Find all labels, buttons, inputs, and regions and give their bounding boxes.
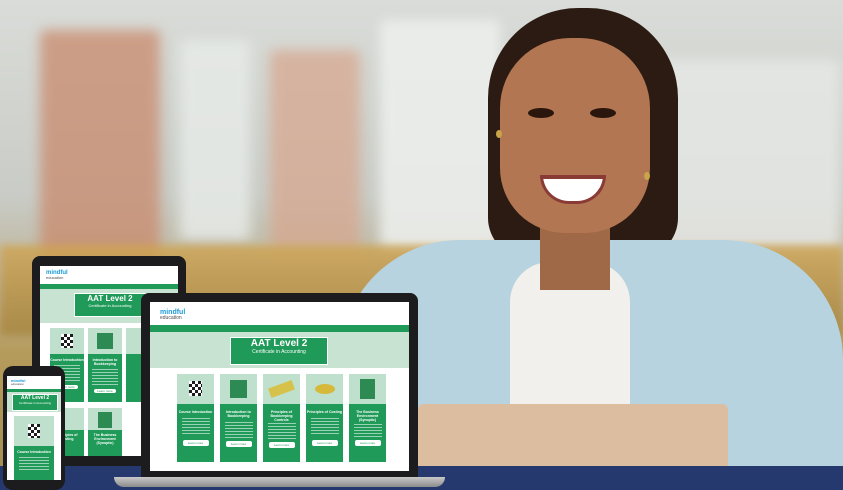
phone-mockup: mindful education AAT Level 2 Certificate…: [3, 366, 65, 490]
module-card[interactable]: Introduction to Bookkeeping Learn more: [88, 328, 122, 402]
module-card[interactable]: Principles of Costing Learn more: [306, 374, 343, 462]
cube-icon: [88, 328, 122, 354]
module-card[interactable]: The Business Environment (Synoptic): [88, 408, 122, 456]
checkered-flag-icon: [50, 328, 84, 354]
module-cards: Course Introduction Learn more Introduct…: [177, 374, 386, 462]
cube-icon: [220, 374, 257, 404]
earring-icon: [644, 172, 650, 180]
learn-more-button[interactable]: Learn more: [225, 441, 252, 447]
module-card[interactable]: Course Introduction: [14, 416, 54, 480]
background-blur: [270, 50, 360, 250]
laptop-mockup: mindful education AAT Level 2 Certificate…: [141, 293, 418, 477]
hero-photo: mindful education AAT Level 2 Certificate…: [0, 0, 843, 490]
background-blur: [180, 40, 250, 240]
course-title-box: AAT Level 2 Certificate in Accounting: [74, 293, 146, 317]
buildings-icon: [349, 374, 386, 404]
person-eye: [528, 108, 554, 118]
checkered-flag-icon: [177, 374, 214, 404]
learn-more-button[interactable]: Learn more: [182, 440, 209, 446]
green-header-stripe: [150, 325, 409, 332]
learn-more-button[interactable]: Learn more: [354, 440, 381, 446]
course-banner: AAT Level 2 Certificate in Accounting: [150, 332, 409, 368]
background-blur: [40, 30, 160, 260]
learn-more-button[interactable]: Learn more: [268, 442, 295, 448]
learn-more-button[interactable]: Learn more: [311, 440, 338, 446]
brand-logo: mindful education: [46, 270, 68, 280]
brand-logo: mindful education: [11, 378, 26, 386]
background-blur: [380, 20, 500, 250]
buildings-icon: [88, 408, 122, 430]
course-banner: AAT Level 2 Certificate in Accounting: [7, 392, 61, 412]
module-card[interactable]: Principles of Bookkeeping Controls Learn…: [263, 374, 300, 462]
brand-logo: mindful education: [160, 309, 186, 321]
earring-icon: [496, 130, 502, 138]
learn-more-button[interactable]: Learn more: [94, 389, 116, 393]
course-title-box: AAT Level 2 Certificate in Accounting: [12, 394, 58, 411]
module-card[interactable]: Introduction to Bookkeeping Learn more: [220, 374, 257, 462]
person-eye: [590, 108, 616, 118]
module-card[interactable]: Course Introduction Learn more: [177, 374, 214, 462]
phone-screen: mindful education AAT Level 2 Certificate…: [7, 376, 61, 480]
course-title-box: AAT Level 2 Certificate in Accounting: [230, 337, 328, 365]
checkered-flag-icon: [14, 416, 54, 446]
laptop-screen: mindful education AAT Level 2 Certificate…: [150, 302, 409, 471]
laptop-base: [114, 477, 445, 487]
module-card[interactable]: The Business Environment (Synoptic) Lear…: [349, 374, 386, 462]
person-laptop: [418, 404, 728, 470]
ledger-icon: [263, 374, 300, 404]
coins-icon: [306, 374, 343, 404]
